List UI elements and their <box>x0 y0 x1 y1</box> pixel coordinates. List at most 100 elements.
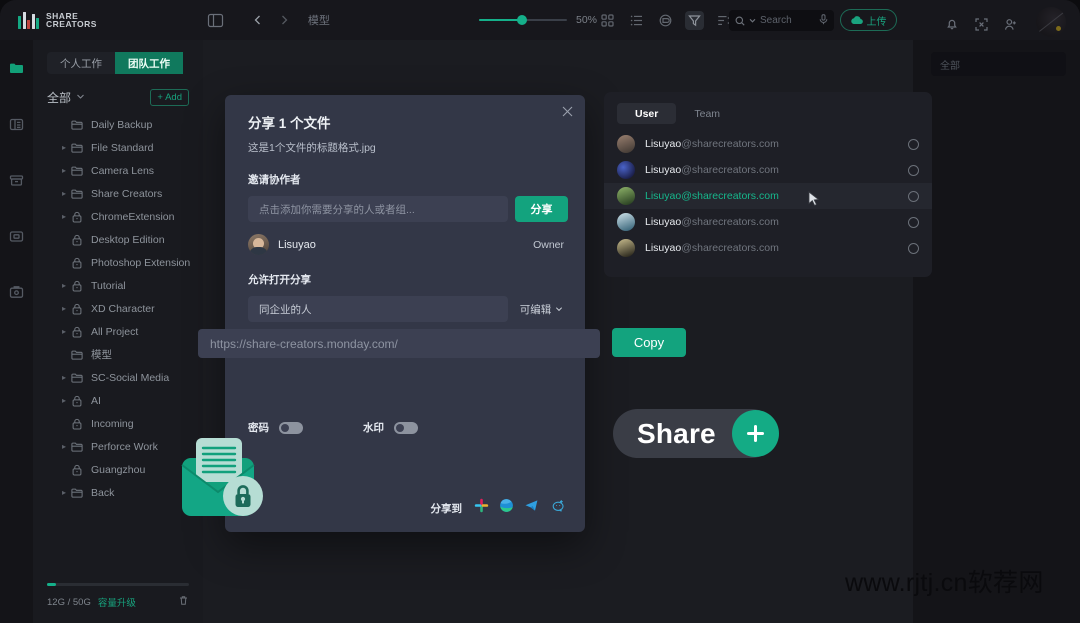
sidebar-item-chromeextension[interactable]: ▸ ChromeExtension <box>33 205 203 228</box>
grid-view-icon[interactable] <box>598 11 617 30</box>
upload-button[interactable]: 上传 <box>840 9 897 31</box>
slack-icon[interactable] <box>474 498 489 518</box>
tab-team-work[interactable]: 团队工作 <box>115 52 183 74</box>
sidebar-item-desktop-edition[interactable]: Desktop Edition <box>33 228 203 251</box>
user-select-radio[interactable] <box>908 138 919 150</box>
invite-input[interactable]: 点击添加你需要分享的人或者组... <box>248 196 508 222</box>
rail-item-files[interactable] <box>0 40 33 96</box>
expand-icon[interactable] <box>975 17 988 31</box>
share-to-row: 分享到 <box>248 498 564 518</box>
filter-icon[interactable] <box>685 11 704 30</box>
trash-icon[interactable] <box>178 593 189 611</box>
tab-team[interactable]: Team <box>676 103 738 124</box>
user-select-radio[interactable] <box>908 242 919 254</box>
sidebar-item-guangzhou[interactable]: Guangzhou <box>33 458 203 481</box>
bell-icon[interactable] <box>945 17 959 31</box>
chevron-down-icon <box>749 18 756 23</box>
back-arrow-icon[interactable] <box>252 14 264 26</box>
user-list-item[interactable]: Lisuyao@sharecreators.com <box>604 235 932 261</box>
secure-email-illustration-icon <box>180 432 270 523</box>
copy-button[interactable]: Copy <box>612 328 686 357</box>
password-toggle[interactable] <box>279 421 303 434</box>
watermark-toggle[interactable] <box>394 421 418 434</box>
rail-item-recent[interactable] <box>0 264 33 320</box>
search-input[interactable]: Search <box>729 10 834 31</box>
panel-toggle-icon[interactable] <box>207 12 224 29</box>
telegram-icon[interactable] <box>524 498 539 518</box>
share-cta-button[interactable]: Share <box>613 409 779 458</box>
chevron-right-icon[interactable]: ▸ <box>62 304 66 313</box>
sidebar-item-[interactable]: 模型 <box>33 343 203 366</box>
sidebar-item-perforce-work[interactable]: ▸ Perforce Work <box>33 435 203 458</box>
sidebar-item-file-standard[interactable]: ▸ File Standard <box>33 136 203 159</box>
sidebar-item-sc-social-media[interactable]: ▸ SC-Social Media <box>33 366 203 389</box>
app-root: SHARE CREATORS 模型 50% Search 上传 个人工作 团队工… <box>0 0 1080 623</box>
chevron-right-icon[interactable]: ▸ <box>62 189 66 198</box>
tab-user[interactable]: User <box>617 103 677 124</box>
zoom-track[interactable] <box>479 15 567 25</box>
user-avatar[interactable] <box>1036 7 1066 37</box>
tag-icon[interactable] <box>656 11 675 30</box>
sidebar-item-daily-backup[interactable]: Daily Backup <box>33 113 203 136</box>
sidebar-item-incoming[interactable]: Incoming <box>33 412 203 435</box>
chevron-right-icon[interactable]: ▸ <box>62 327 66 336</box>
user-list-item[interactable]: Lisuyao@sharecreators.com <box>604 131 932 157</box>
sidebar-item-back[interactable]: ▸ Back <box>33 481 203 504</box>
folder-icon <box>71 142 83 154</box>
brand-line-2: CREATORS <box>46 19 97 29</box>
rail-item-media[interactable] <box>0 208 33 264</box>
chevron-right-icon[interactable]: ▸ <box>62 166 66 175</box>
wechat-icon[interactable] <box>549 498 564 518</box>
permission-scope-select[interactable]: 同企业的人 <box>248 296 508 322</box>
sidebar-item-ai[interactable]: ▸ AI <box>33 389 203 412</box>
sidebar-item-xd-character[interactable]: ▸ XD Character <box>33 297 203 320</box>
skype-icon[interactable] <box>499 498 514 518</box>
user-list-item[interactable]: Lisuyao@sharecreators.com <box>604 209 932 235</box>
breadcrumb[interactable]: 模型 <box>308 12 330 28</box>
share-submit-button[interactable]: 分享 <box>515 196 568 222</box>
mouse-cursor-icon <box>808 191 821 213</box>
member-row: Lisuyao Owner <box>248 234 564 255</box>
folder-icon <box>71 349 83 361</box>
user-list-item[interactable]: Lisuyao@sharecreators.com <box>604 157 932 183</box>
permission-row: 同企业的人 可编辑 <box>248 296 585 322</box>
sidebar-item-tutorial[interactable]: ▸ Tutorial <box>33 274 203 297</box>
permission-mode-select[interactable]: 可编辑 <box>515 296 568 322</box>
microphone-icon[interactable] <box>819 12 828 30</box>
rail-item-archive[interactable] <box>0 152 33 208</box>
app-window: SHARE CREATORS 模型 50% Search 上传 个人工作 团队工… <box>0 0 1080 623</box>
lock-icon <box>71 464 83 476</box>
zoom-slider[interactable]: 50% <box>479 14 597 26</box>
user-select-radio[interactable] <box>908 164 919 176</box>
sidebar-item-photoshop-extension[interactable]: Photoshop Extension <box>33 251 203 274</box>
plus-icon[interactable] <box>731 410 779 457</box>
sidebar-item-share-creators[interactable]: ▸ Share Creators <box>33 182 203 205</box>
storage-bar-fill <box>47 583 56 586</box>
forward-arrow-icon[interactable] <box>278 14 290 26</box>
sidebar-item-all-project[interactable]: ▸ All Project <box>33 320 203 343</box>
chevron-right-icon[interactable]: ▸ <box>62 488 66 497</box>
chevron-right-icon[interactable]: ▸ <box>62 212 66 221</box>
zoom-knob[interactable] <box>517 15 527 25</box>
user-list-item[interactable]: Lisuyao@sharecreators.com <box>604 183 932 209</box>
storage-upgrade-link[interactable]: 容量升级 <box>98 595 136 609</box>
user-select-radio[interactable] <box>908 216 919 228</box>
share-url-input[interactable]: https://share-creators.monday.com/ <box>198 329 600 358</box>
right-pane-filter-field[interactable]: 全部 <box>931 52 1066 76</box>
tab-personal-work[interactable]: 个人工作 <box>47 52 115 74</box>
permission-mode-label: 可编辑 <box>519 303 552 316</box>
chevron-right-icon[interactable]: ▸ <box>62 143 66 152</box>
rail-item-board[interactable] <box>0 96 33 152</box>
chevron-down-icon[interactable] <box>76 88 85 106</box>
close-icon[interactable] <box>562 104 573 122</box>
chevron-right-icon[interactable]: ▸ <box>62 281 66 290</box>
add-user-icon[interactable] <box>1004 18 1017 31</box>
all-label[interactable]: 全部 <box>47 89 71 106</box>
add-folder-button[interactable]: + Add <box>150 88 189 106</box>
user-select-radio[interactable] <box>908 190 919 202</box>
chevron-right-icon[interactable]: ▸ <box>62 396 66 405</box>
sidebar-item-camera-lens[interactable]: ▸ Camera Lens <box>33 159 203 182</box>
list-view-icon[interactable] <box>627 11 646 30</box>
chevron-right-icon[interactable]: ▸ <box>62 373 66 382</box>
chevron-right-icon[interactable]: ▸ <box>62 442 66 451</box>
